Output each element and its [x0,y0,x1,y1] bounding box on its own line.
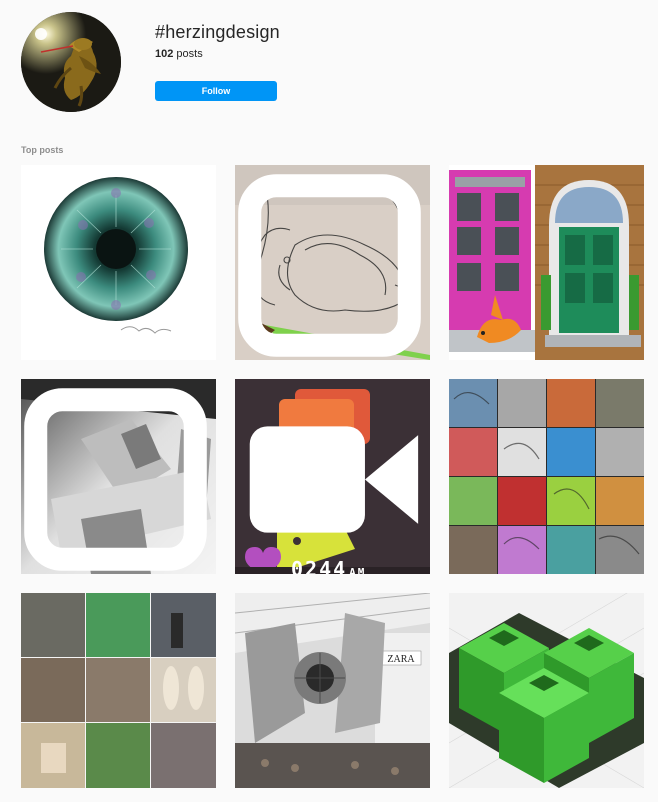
post-tile-green-cubes[interactable] [449,593,644,788]
post-count-label: posts [176,48,203,60]
doors-fox-image [449,165,644,360]
hashtag-header: #herzingdesign 102 posts Follow [0,0,658,120]
post-tile-graffiti-collage[interactable] [449,379,644,574]
clock-digits: 0244 [291,557,348,574]
top-posts-heading: Top posts [21,145,64,155]
hashtag-title: #herzingdesign [155,22,280,42]
follow-button[interactable]: Follow [155,81,277,101]
clock-meridiem: AM [349,566,367,574]
tie-fighter-mall-image: ZARA [235,593,430,788]
carousel-badge-icon [238,174,421,357]
dragon-avatar-image [21,12,121,112]
carousel-badge-icon [24,388,207,571]
green-cubes-image [449,593,644,788]
hashtag-avatar [21,12,121,112]
zara-sign-text: ZARA [387,654,415,665]
post-tile-chat-bubbles[interactable]: 0244 AM [235,379,430,574]
graffiti-collage-image [449,379,644,574]
post-tile-studio-collage[interactable] [21,593,216,788]
post-count: 102 posts [155,48,203,60]
post-tile-eye-illustration[interactable] [21,165,216,360]
post-tile-doors-fox[interactable] [449,165,644,360]
post-count-number: 102 [155,48,174,60]
post-tile-tie-fighter-mall[interactable]: ZARA [235,593,430,788]
video-badge-icon [249,426,419,533]
studio-collage-image [21,593,216,788]
post-tile-grayscale-city[interactable] [21,379,216,574]
eye-illustration-image [21,165,216,360]
clock-overlay-text: 0244 AM [291,557,366,574]
post-tile-sketch-squirrel[interactable] [235,165,430,360]
